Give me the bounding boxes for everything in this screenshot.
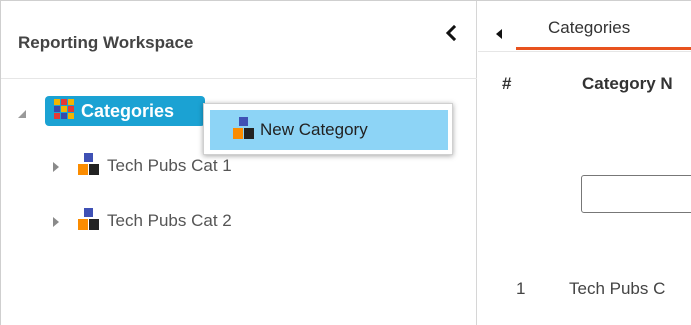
caret-left-icon[interactable] bbox=[492, 27, 506, 41]
column-header-number[interactable]: # bbox=[502, 74, 511, 94]
tree-node-tech-pubs-cat-2[interactable]: Tech Pubs Cat 2 bbox=[51, 207, 232, 236]
tree-node-label: Tech Pubs Cat 1 bbox=[107, 156, 232, 175]
new-category-icon bbox=[232, 116, 256, 145]
category-icon bbox=[77, 152, 101, 181]
menu-item-new-category[interactable]: New Category bbox=[210, 110, 448, 150]
workspace-panel: Reporting Workspace Categories Tech Pubs… bbox=[1, 1, 477, 325]
context-menu: New Category bbox=[203, 103, 453, 155]
table-row-name[interactable]: Tech Pubs C bbox=[569, 279, 665, 299]
tree-node-categories[interactable]: Categories bbox=[45, 96, 205, 126]
tab-label: Categories bbox=[548, 18, 631, 37]
expanded-caret-icon[interactable] bbox=[17, 106, 27, 118]
active-tab-indicator bbox=[516, 47, 691, 50]
table-row-number: 1 bbox=[516, 279, 526, 298]
collapsed-caret-icon[interactable] bbox=[51, 215, 61, 227]
collapsed-caret-icon[interactable] bbox=[51, 160, 61, 172]
menu-item-label: New Category bbox=[260, 120, 368, 139]
column-header-category-name[interactable]: Category N bbox=[582, 74, 673, 94]
category-icon bbox=[77, 207, 101, 236]
tree-node-tech-pubs-cat-1[interactable]: Tech Pubs Cat 1 bbox=[51, 152, 232, 181]
categories-grid-icon bbox=[53, 98, 75, 125]
tab-categories[interactable]: Categories bbox=[516, 1, 691, 51]
chevron-left-icon[interactable] bbox=[441, 23, 461, 43]
tab-divider bbox=[478, 51, 691, 52]
workspace-title: Reporting Workspace bbox=[18, 33, 194, 52]
tree-node-label: Categories bbox=[81, 100, 175, 121]
categories-panel: Categories # Category N 1 Tech Pubs C bbox=[478, 1, 691, 325]
tree-node-label: Tech Pubs Cat 2 bbox=[107, 211, 232, 230]
category-name-filter[interactable] bbox=[581, 175, 691, 213]
workspace-header: Reporting Workspace bbox=[1, 1, 477, 79]
